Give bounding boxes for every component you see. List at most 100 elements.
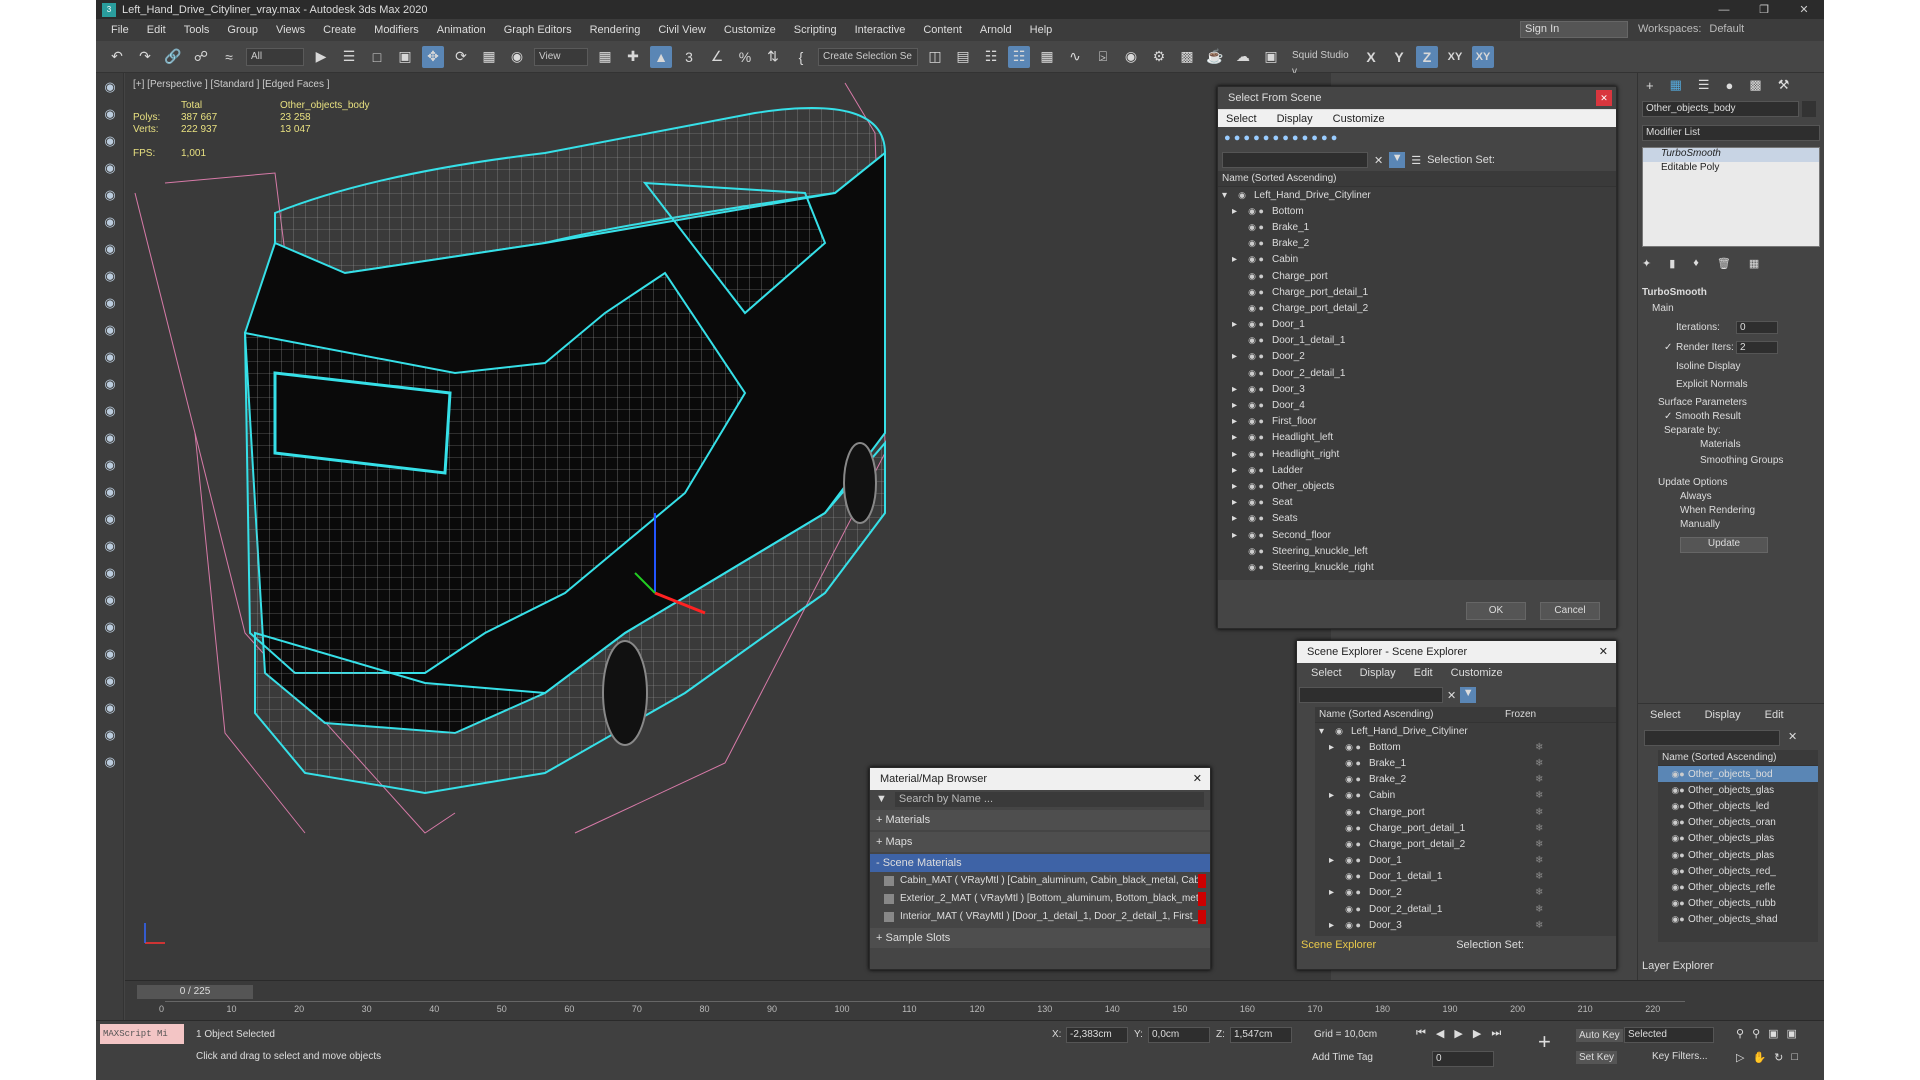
dialog-menu-select[interactable]: Select [1226, 113, 1257, 125]
layer-menu-display[interactable]: Display [1705, 709, 1741, 721]
axis-z-button[interactable]: Z [1416, 45, 1438, 68]
undo-icon[interactable]: ↶ [106, 46, 128, 68]
tree-item[interactable]: ◉ ● Charge_port_detail_1 [1218, 284, 1616, 300]
workspace-dropdown[interactable]: Default [1709, 23, 1744, 35]
select-move-icon[interactable]: ✥ [422, 45, 444, 68]
menu-rendering[interactable]: Rendering [581, 24, 650, 36]
layer-explorer-dropdown[interactable]: Layer Explorer [1642, 960, 1714, 972]
visibility-icon[interactable]: ◉ ● [1244, 222, 1268, 233]
scene-explorer-dropdown[interactable]: Scene Explorer [1301, 939, 1376, 951]
visibility-icon[interactable]: ◉ ● [1341, 855, 1365, 866]
menu-interactive[interactable]: Interactive [846, 24, 915, 36]
axis-xy-button[interactable]: XY [1444, 46, 1466, 68]
visibility-icon[interactable]: ◉ ● [1244, 287, 1268, 298]
visibility-icon[interactable]: ◉ ● [1341, 742, 1365, 753]
visibility-icon[interactable]: ◉ ● [1341, 839, 1365, 850]
iterations-spinner[interactable]: 0 [1736, 320, 1778, 334]
layer-menu-edit[interactable]: Edit [1765, 709, 1784, 721]
set-key-button[interactable]: Set Key [1576, 1051, 1618, 1064]
select-by-name-icon[interactable]: ☰ [338, 46, 360, 68]
add-time-tag[interactable]: Add Time Tag [1312, 1052, 1373, 1063]
tree-item[interactable]: ▸ ◉ ● Cabin [1218, 252, 1616, 268]
visibility-icon[interactable]: ◉ ● [1244, 238, 1268, 249]
cylinder-icon[interactable]: ◉ [96, 343, 124, 370]
camera-icon[interactable]: ◉ [96, 73, 124, 100]
restore-icon[interactable]: ❐ [1744, 0, 1784, 19]
freeze-icon[interactable]: ❄ [1535, 774, 1543, 785]
ok-button[interactable]: OK [1466, 602, 1526, 620]
tree-item[interactable]: ▸ ◉ ● Other_objects [1218, 478, 1616, 494]
zoom-all-icon[interactable]: ⚲ [1752, 1027, 1760, 1040]
scene-explorer-menu-display[interactable]: Display [1360, 667, 1396, 679]
set-key-big-icon[interactable]: + [1538, 1029, 1551, 1055]
hose-icon[interactable]: ◉ [96, 532, 124, 559]
dialog-menu-customize[interactable]: Customize [1333, 113, 1385, 125]
field-of-view-icon[interactable]: ▷ [1736, 1051, 1744, 1064]
visibility-icon[interactable]: ◉ ● [1244, 497, 1268, 508]
toggle-ribbon-icon[interactable]: ▦ [1036, 46, 1058, 68]
helper-icon[interactable]: ◉ [96, 235, 124, 262]
always-radio[interactable]: Always [1642, 491, 1820, 505]
visibility-icon[interactable]: ◉ ● [1341, 887, 1365, 898]
expand-icon[interactable]: ▸ [1232, 530, 1244, 541]
track-bar[interactable]: 0 10 20 30 40 50 60 70 80 90 100 110 120 130 140 150 160… [159, 1001, 1685, 1021]
schematic-view-icon[interactable]: ⍄ [1092, 46, 1114, 68]
torus-icon[interactable]: ◉ [96, 397, 124, 424]
zoom-extents-all-icon[interactable]: ▣ [1787, 1027, 1797, 1040]
expand-icon[interactable]: ▸ [1232, 206, 1244, 217]
hair-icon[interactable]: ◉ [96, 613, 124, 640]
tree-item[interactable]: ▸ ◉ ● Door_3 ❄ [1315, 917, 1616, 933]
axis-xy-plane-button[interactable]: XY [1472, 45, 1494, 68]
visibility-icon[interactable]: ◉ ● [1244, 319, 1268, 330]
menu-customize[interactable]: Customize [715, 24, 785, 36]
visibility-icon[interactable]: ◉ [1230, 190, 1254, 201]
visibility-icon[interactable]: ◉ ● [1244, 254, 1268, 265]
visibility-icon[interactable]: ◉ ● [1244, 513, 1268, 524]
tree-item[interactable]: ▸ ◉ ● Door_1 [1218, 317, 1616, 333]
expand-icon[interactable]: ▸ [1232, 497, 1244, 508]
tree-item[interactable]: ◉ ● Charge_port [1218, 268, 1616, 284]
when-rendering-radio[interactable]: When Rendering [1642, 505, 1820, 519]
create-tab-icon[interactable]: + [1646, 78, 1654, 93]
visibility-icon[interactable]: ◉ ● [1244, 206, 1268, 217]
menu-scripting[interactable]: Scripting [785, 24, 846, 36]
brush-icon[interactable]: ◉ [96, 640, 124, 667]
tree-item[interactable]: ◉ ● Door_1_detail_1 [1218, 333, 1616, 349]
previous-frame-icon[interactable]: ◀ [1436, 1027, 1444, 1040]
menu-edit[interactable]: Edit [138, 24, 175, 36]
workspaces[interactable]: Workspaces: Default [1638, 21, 1818, 38]
tree-item[interactable]: ▸ ◉ ● Bottom ❄ [1315, 739, 1616, 755]
layer-column-header[interactable]: Name (Sorted Ascending) [1658, 750, 1818, 766]
menu-arnold[interactable]: Arnold [971, 24, 1021, 36]
close-icon[interactable]: ✕ [1596, 90, 1612, 106]
box-icon[interactable]: ◉ [96, 127, 124, 154]
viewport-label[interactable]: [+] [Perspective ] [Standard ] [Edged Fa… [133, 79, 330, 90]
sphere-icon[interactable]: ◉ [96, 100, 124, 127]
visibility-icon[interactable]: ◉ ● [1244, 530, 1268, 541]
visibility-icon[interactable]: ◉ ● [1244, 562, 1268, 573]
materials-checkbox[interactable]: Materials [1642, 439, 1820, 455]
sign-in-button[interactable]: Sign In [1520, 21, 1628, 38]
material-search-input[interactable]: Search by Name ... [894, 791, 1204, 807]
redo-icon[interactable]: ↷ [134, 46, 156, 68]
scene-explorer-menu-customize[interactable]: Customize [1451, 667, 1503, 679]
sample-slots-group[interactable]: + Sample Slots [870, 928, 1210, 948]
visibility-icon[interactable]: ◉ ● [1341, 904, 1365, 915]
materials-group[interactable]: + Materials [870, 810, 1210, 830]
hierarchy-tab-icon[interactable]: ☰ [1698, 77, 1710, 93]
visibility-icon[interactable]: ◉ [1327, 726, 1351, 737]
menu-content[interactable]: Content [914, 24, 971, 36]
tree-item[interactable]: ◉ ● Brake_1 ❄ [1315, 755, 1616, 771]
menu-tools[interactable]: Tools [175, 24, 219, 36]
visibility-icon[interactable]: ◉ ● [1244, 481, 1268, 492]
visibility-icon[interactable]: ◉● [1658, 785, 1688, 796]
system-icon[interactable]: ◉ [96, 289, 124, 316]
rollout-title[interactable]: TurboSmooth [1642, 287, 1820, 303]
bind-space-warp-icon[interactable]: ≈ [218, 46, 240, 68]
clear-icon[interactable]: ✕ [1374, 154, 1383, 167]
tree-item[interactable]: ▸ ◉ ● Door_1 ❄ [1315, 853, 1616, 869]
tree-item[interactable]: ◉ ● Charge_port_detail_1 ❄ [1315, 820, 1616, 836]
visibility-icon[interactable]: ◉ ● [1341, 758, 1365, 769]
layer-search-input[interactable] [1644, 730, 1780, 746]
unlink-icon[interactable]: ☍ [190, 46, 212, 68]
